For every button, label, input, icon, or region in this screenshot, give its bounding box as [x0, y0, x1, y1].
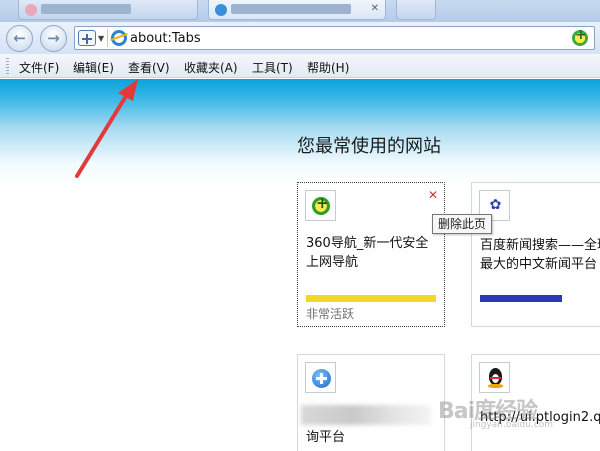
- url-input[interactable]: [130, 29, 550, 47]
- menu-tools[interactable]: 工具(T): [252, 59, 293, 76]
- activity-bar: [480, 295, 562, 302]
- plus-shield-icon: [312, 369, 331, 388]
- tile-icon-frame: [305, 190, 336, 221]
- address-divider: [107, 29, 108, 47]
- activity-bar: [306, 295, 436, 302]
- delete-tooltip: 删除此页: [432, 214, 493, 234]
- menu-edit[interactable]: 编辑(E): [73, 59, 114, 76]
- forward-button[interactable]: →: [40, 25, 67, 52]
- toolbar-grip[interactable]: [6, 58, 9, 74]
- favicon-icon: [25, 4, 37, 16]
- site-tile-baidu-news[interactable]: ✿ 百度新闻搜索——全球最大的中文新闻平台: [471, 182, 600, 327]
- menu-view[interactable]: 查看(V): [128, 59, 170, 76]
- menu-favorites[interactable]: 收藏夹(A): [184, 59, 238, 76]
- chevron-down-icon[interactable]: ▼: [98, 34, 104, 43]
- close-icon[interactable]: ✕: [428, 188, 438, 202]
- arrow-right-icon: →: [47, 29, 60, 47]
- watermark-url: jingyan.baidu.com: [470, 420, 554, 430]
- baidu-paw-icon: ✿: [489, 197, 502, 213]
- page-title: 您最常使用的网站: [297, 136, 441, 157]
- site-shield-icon[interactable]: [78, 30, 96, 46]
- tile-icon-frame: [305, 362, 336, 393]
- back-button[interactable]: ←: [6, 25, 33, 52]
- tile-title: 360导航_新一代安全上网导航: [306, 236, 429, 270]
- menu-file[interactable]: 文件(F): [19, 59, 59, 76]
- tile-title: 询平台: [306, 430, 346, 445]
- favicon-icon: [215, 4, 227, 16]
- tab-title-blurred: [231, 4, 351, 14]
- menu-bar: 文件(F) 编辑(E) 查看(V) 收藏夹(A) 工具(T) 帮助(H): [0, 54, 600, 78]
- tab-close-icon[interactable]: ✕: [371, 3, 379, 14]
- site-tile-3[interactable]: 询平台: [297, 354, 445, 451]
- address-bar[interactable]: ▼: [74, 26, 595, 50]
- qq-penguin-icon: [487, 368, 504, 388]
- tab-active[interactable]: ✕: [208, 0, 386, 20]
- site-tile-360[interactable]: ✕ 360导航_新一代安全上网导航 非常活跃: [297, 182, 445, 327]
- tile-icon-frame: [479, 362, 510, 393]
- tab-title-blurred: [41, 4, 131, 14]
- tab-strip: ✕: [0, 0, 600, 22]
- menu-help[interactable]: 帮助(H): [307, 59, 349, 76]
- ie-logo-icon: [111, 30, 127, 46]
- arrow-left-icon: ←: [13, 29, 26, 47]
- tile-title: 百度新闻搜索——全球最大的中文新闻平台: [480, 238, 600, 272]
- new-tab-button[interactable]: [396, 0, 436, 20]
- tab-background[interactable]: [18, 0, 198, 20]
- blurred-title: [301, 405, 431, 425]
- activity-status: 非常活跃: [306, 307, 355, 321]
- 360-icon: [312, 194, 330, 215]
- navigation-bar: ← → ▼: [0, 22, 600, 54]
- 360-addon-icon[interactable]: [572, 27, 588, 46]
